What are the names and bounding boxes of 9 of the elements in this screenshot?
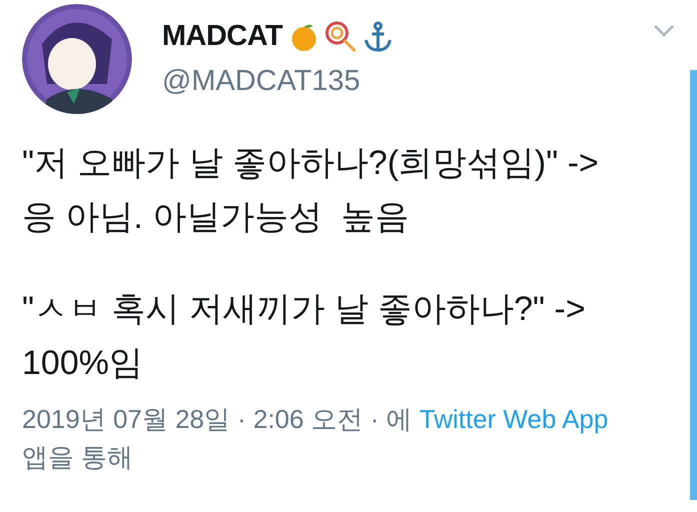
tweet-timestamp: 2019년 07월 28일 · 2:06 오전 · 에 Twitter Web App 앱을 통해: [21, 403, 610, 474]
tweet-text: "저 오빠가 날 좋아하나?(희망섞임)" -> 응 아님. 아닐가능성 높음: [22, 143, 600, 238]
lollipop-icon: [324, 20, 356, 52]
source-link[interactable]: Twitter Web App: [419, 404, 608, 434]
tweet-text: "ㅅㅂ 혹시 저새끼가 날 좋아하나?" -> 100%임: [22, 289, 586, 384]
anchor-icon: [362, 20, 392, 52]
user-name[interactable]: MADCAT: [162, 20, 282, 53]
chevron-down-icon[interactable]: [653, 24, 675, 38]
user-handle[interactable]: @MADCAT135: [162, 65, 392, 98]
